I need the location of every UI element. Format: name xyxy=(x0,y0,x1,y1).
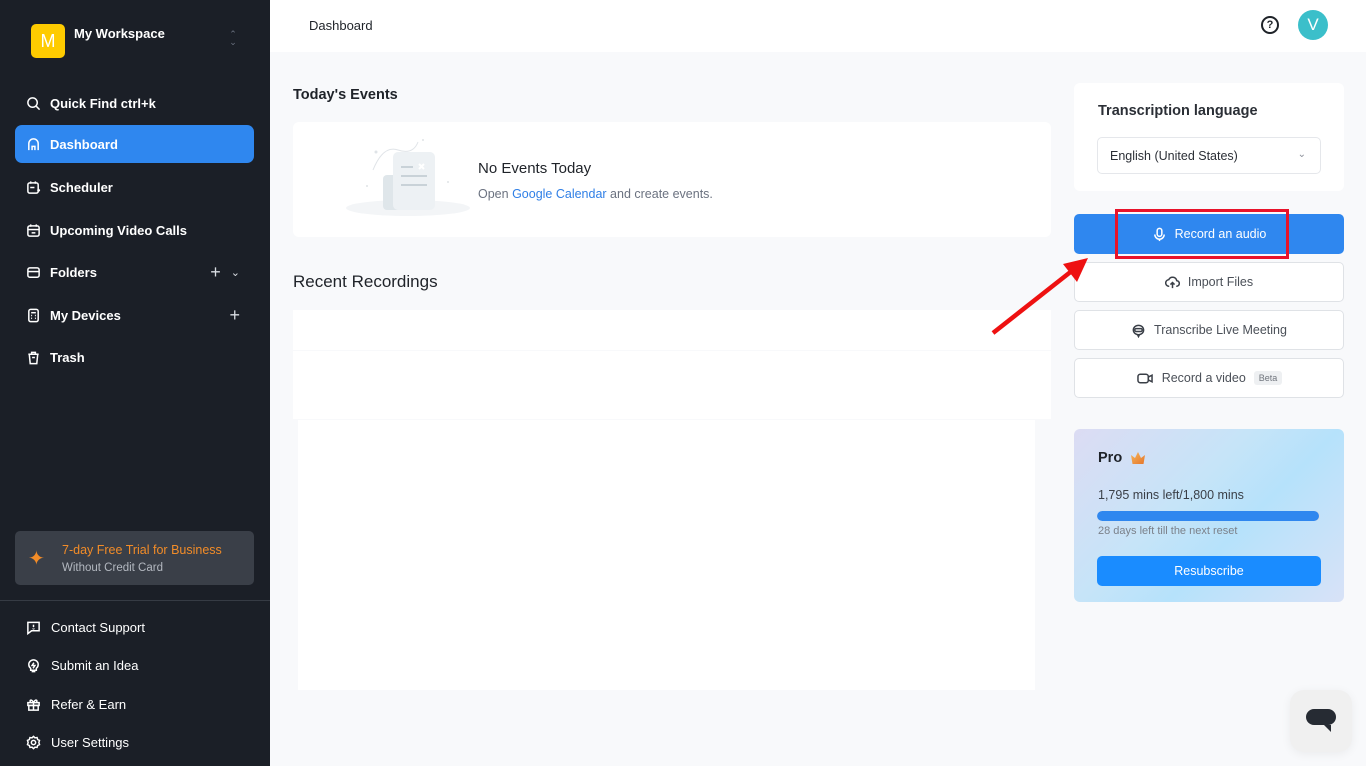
no-events-hint: Open Google Calendar and create events. xyxy=(478,187,713,201)
business-trial-banner[interactable]: ✦ 7-day Free Trial for Business Without … xyxy=(15,531,254,585)
sidebar-item-trash[interactable]: Trash xyxy=(15,338,254,376)
plan-card: Pro 1,795 mins left/1,800 mins 28 days l… xyxy=(1074,429,1344,602)
beta-badge: Beta xyxy=(1253,371,1283,385)
add-device-button[interactable]: + xyxy=(229,305,240,326)
nav-label: Scheduler xyxy=(50,179,113,195)
sidebar-item-scheduler[interactable]: Scheduler xyxy=(15,168,254,206)
trial-subtitle: Without Credit Card xyxy=(62,562,163,574)
trash-icon xyxy=(25,349,41,365)
help-icon[interactable]: ? xyxy=(1261,16,1279,34)
google-calendar-link[interactable]: Google Calendar xyxy=(512,187,607,201)
bottom-label: Submit an Idea xyxy=(51,657,139,673)
sidebar-item-dashboard[interactable]: Dashboard xyxy=(15,125,254,163)
gift-icon xyxy=(25,696,41,712)
chevron-down-icon[interactable]: ⌄ xyxy=(231,266,240,279)
resubscribe-button[interactable]: Resubscribe xyxy=(1097,556,1321,586)
refer-earn-link[interactable]: Refer & Earn xyxy=(25,696,126,712)
annotation-arrow-icon xyxy=(991,258,1088,335)
transcribe-live-meeting-label: Transcribe Live Meeting xyxy=(1154,323,1287,337)
empty-events-illustration xyxy=(346,139,470,216)
import-files-button[interactable]: Import Files xyxy=(1074,262,1344,302)
sidebar-item-upcoming-video-calls[interactable]: Upcoming Video Calls xyxy=(15,211,254,249)
transcription-language-select[interactable]: English (United States) ⌄ xyxy=(1097,137,1321,174)
user-settings-link[interactable]: User Settings xyxy=(25,734,129,750)
nav-label: My Devices xyxy=(50,307,121,323)
plan-name: Pro xyxy=(1098,450,1123,466)
user-avatar[interactable]: V xyxy=(1298,10,1328,40)
nav-label: Trash xyxy=(50,349,85,365)
page-title: Dashboard xyxy=(309,18,373,33)
transcribe-live-meeting-button[interactable]: Transcribe Live Meeting xyxy=(1074,310,1344,350)
bottom-label: User Settings xyxy=(51,734,130,750)
sparkle-icon: ✦ xyxy=(28,548,45,570)
lightbulb-icon xyxy=(25,657,41,673)
bottom-label: Refer & Earn xyxy=(51,696,127,712)
home-icon xyxy=(25,136,41,152)
plan-reset-info: 28 days left till the next reset xyxy=(1098,525,1238,537)
workspace-name: My Workspace xyxy=(74,26,165,41)
nav-label: Quick Find ctrl+k xyxy=(50,95,156,111)
chevron-up-down-icon[interactable]: ⌃ ⌄ xyxy=(228,30,238,47)
submit-idea-link[interactable]: Submit an Idea xyxy=(25,657,138,673)
nav-label: Folders xyxy=(50,264,97,280)
recordings-list-header xyxy=(293,310,1051,350)
plan-usage-bar-fill xyxy=(1097,511,1320,521)
transcription-language-card: Transcription language English (United S… xyxy=(1074,83,1344,191)
workspace-avatar: M xyxy=(31,24,65,58)
chevron-down-icon: ⌄ xyxy=(1297,149,1306,160)
bottom-label: Contact Support xyxy=(51,619,145,635)
no-events-title: No Events Today xyxy=(478,160,592,177)
calendar-plus-icon xyxy=(25,179,41,195)
transcription-language-label: Transcription language xyxy=(1098,103,1258,119)
plan-usage: 1,795 mins left/1,800 mins xyxy=(1098,488,1244,502)
crown-icon xyxy=(1131,452,1145,464)
add-folder-button[interactable]: + xyxy=(210,262,221,283)
sidebar-divider xyxy=(0,600,270,601)
plan-usage-bar xyxy=(1097,511,1320,521)
search-icon xyxy=(25,95,41,111)
folder-icon xyxy=(25,264,41,280)
trial-title: 7-day Free Trial for Business xyxy=(62,543,222,557)
live-meeting-icon xyxy=(1132,324,1145,338)
sidebar: M My Workspace ⌃ ⌄ Quick Find ctrl+k Dash… xyxy=(0,0,270,766)
contact-support-link[interactable]: Contact Support xyxy=(25,619,145,635)
record-video-label: Record a video xyxy=(1161,371,1246,385)
cloud-upload-icon xyxy=(1164,275,1180,288)
recordings-list-row xyxy=(293,351,1051,419)
workspace-switcher[interactable]: M My Workspace xyxy=(31,24,165,58)
record-video-button[interactable]: Record a video Beta xyxy=(1074,358,1344,398)
quick-find[interactable]: Quick Find ctrl+k xyxy=(15,84,254,122)
sidebar-item-my-devices[interactable]: My Devices + xyxy=(15,296,254,334)
events-card: No Events Today Open Google Calendar and… xyxy=(293,122,1051,237)
gear-icon xyxy=(25,734,41,750)
hint-prefix: Open xyxy=(478,187,513,201)
chat-bubble-icon xyxy=(1306,709,1336,732)
nav-label: Dashboard xyxy=(50,136,118,152)
calendar-icon xyxy=(25,222,41,238)
video-camera-icon xyxy=(1136,373,1153,383)
recordings-list-body xyxy=(298,420,1035,690)
device-icon xyxy=(25,307,41,323)
selected-language: English (United States) xyxy=(1110,148,1238,163)
import-files-label: Import Files xyxy=(1187,275,1254,289)
chat-support-button[interactable] xyxy=(1290,690,1352,752)
annotation-highlight-box xyxy=(1115,209,1289,259)
top-header: Dashboard ? V xyxy=(270,0,1366,52)
recent-recordings-title: Recent Recordings xyxy=(293,272,438,291)
todays-events-title: Today's Events xyxy=(293,87,398,103)
nav-label: Upcoming Video Calls xyxy=(50,222,188,238)
hint-suffix: and create events. xyxy=(606,187,713,201)
sidebar-item-folders[interactable]: Folders + ⌄ xyxy=(15,253,254,291)
message-alert-icon xyxy=(25,619,41,635)
